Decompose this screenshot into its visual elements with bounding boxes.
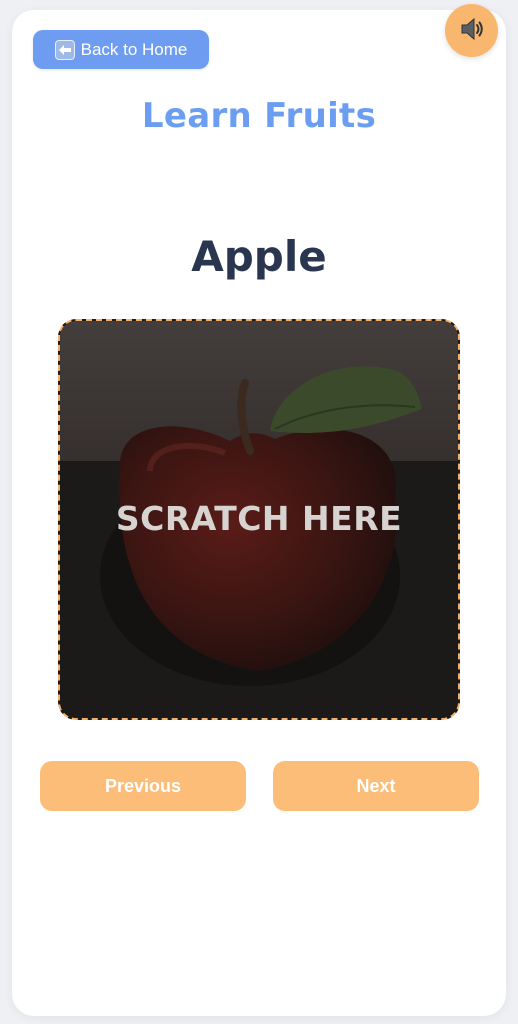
left-arrow-icon [54, 39, 75, 60]
previous-button[interactable]: Previous [40, 761, 246, 811]
sound-button[interactable] [445, 4, 498, 57]
next-button[interactable]: Next [273, 761, 479, 811]
speaker-icon [458, 15, 486, 47]
fruit-name: Apple [191, 232, 327, 281]
scratch-card[interactable]: SCRATCH HERE [58, 319, 460, 720]
page-title: Learn Fruits [141, 96, 377, 136]
scratch-here-label: SCRATCH HERE [115, 499, 403, 538]
back-to-home-button[interactable]: Back to Home [33, 30, 209, 69]
back-to-home-label: Back to Home [80, 39, 188, 59]
